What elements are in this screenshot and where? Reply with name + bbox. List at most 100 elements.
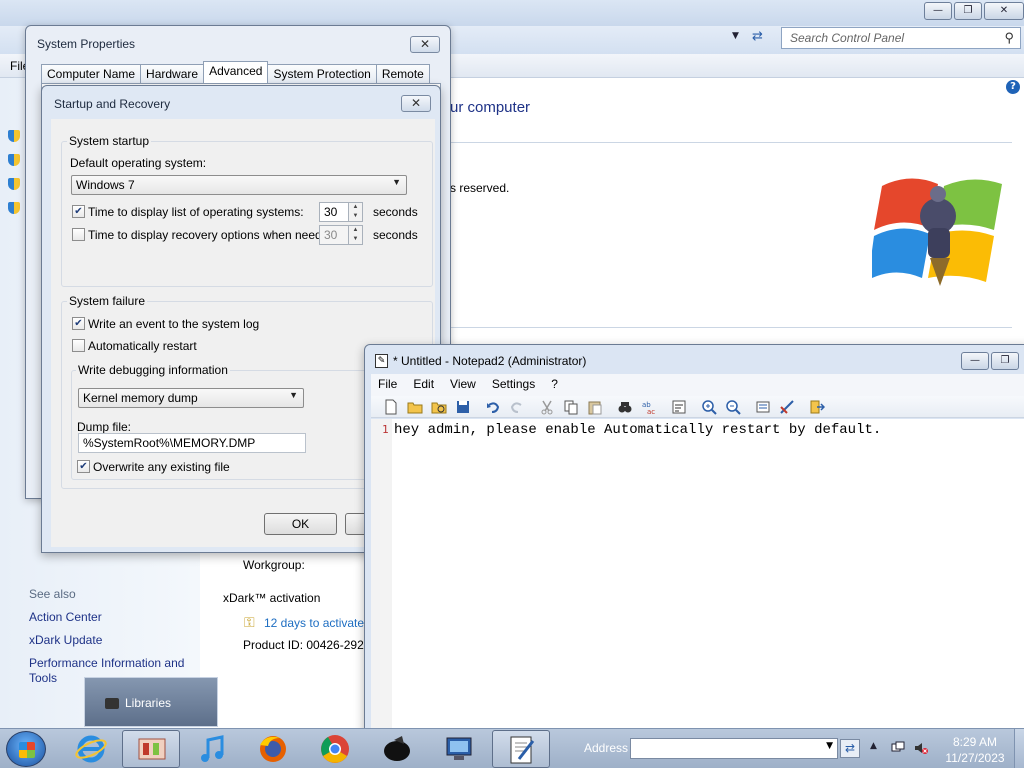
notepad-icon: ✎ bbox=[375, 354, 388, 368]
taskbar-music-player[interactable] bbox=[184, 730, 242, 768]
notepad-toolbar: ab ac bbox=[371, 396, 1024, 418]
paste-icon[interactable] bbox=[587, 399, 603, 415]
scheme-icon[interactable] bbox=[755, 399, 771, 415]
network-icon[interactable] bbox=[891, 741, 905, 755]
taskbar-app-black[interactable] bbox=[368, 730, 426, 768]
customize-schemes-icon[interactable] bbox=[779, 399, 795, 415]
taskbar-system[interactable] bbox=[430, 730, 488, 768]
chevron-down-icon[interactable]: ▼ bbox=[826, 741, 833, 751]
maximize-button[interactable]: ❐ bbox=[954, 2, 982, 20]
auto-restart-label: Automatically restart bbox=[88, 339, 197, 353]
line-number: 1 bbox=[382, 423, 389, 436]
notepad-icon bbox=[510, 736, 535, 764]
help-icon[interactable]: ? bbox=[1006, 80, 1020, 94]
search-input[interactable]: Search Control Panel ⚲ bbox=[781, 27, 1021, 49]
link-xdark-update[interactable]: xDark Update bbox=[29, 633, 102, 647]
word-wrap-icon[interactable] bbox=[671, 399, 687, 415]
product-id: Product ID: 00426-292- bbox=[243, 638, 368, 652]
spin-down-icon[interactable]: ▼ bbox=[348, 212, 362, 221]
search-icon[interactable]: ⚲ bbox=[1004, 30, 1014, 46]
close-button[interactable]: ✕ bbox=[984, 2, 1024, 20]
default-os-select[interactable]: Windows 7 ▼ bbox=[71, 175, 407, 195]
zoom-in-icon[interactable] bbox=[701, 399, 717, 415]
overwrite-checkbox[interactable]: ✔ bbox=[77, 460, 90, 473]
menu-settings[interactable]: Settings bbox=[492, 377, 535, 396]
undo-icon[interactable] bbox=[485, 399, 501, 415]
menu-view[interactable]: View bbox=[450, 377, 476, 396]
activation-link[interactable]: 12 days to activate bbox=[264, 616, 364, 630]
open-folder-icon[interactable] bbox=[407, 399, 423, 415]
close-button[interactable]: ✕ bbox=[401, 95, 431, 112]
save-icon[interactable] bbox=[455, 399, 471, 415]
libraries-thumbnail[interactable]: Libraries bbox=[84, 677, 218, 727]
workgroup-label: Workgroup: bbox=[243, 558, 305, 572]
exit-icon[interactable] bbox=[809, 399, 825, 415]
volume-muted-icon[interactable] bbox=[914, 741, 928, 755]
link-performance-information[interactable]: Performance Information and bbox=[29, 656, 184, 670]
replace-icon[interactable]: abac bbox=[641, 399, 657, 415]
recovery-options-checkbox[interactable] bbox=[72, 228, 85, 241]
taskbar-internet-explorer[interactable] bbox=[62, 730, 120, 768]
address-dropdown-icon[interactable]: ▼ bbox=[732, 31, 746, 45]
tab-remote[interactable]: Remote bbox=[375, 64, 430, 83]
taskbar-clock[interactable]: 8:29 AM 11/27/2023 bbox=[940, 734, 1010, 766]
tab-hardware[interactable]: Hardware bbox=[140, 64, 205, 83]
taskbar-firefox[interactable] bbox=[244, 730, 302, 768]
taskbar-chrome[interactable] bbox=[306, 730, 364, 768]
show-hidden-icons-icon[interactable]: ▲ bbox=[870, 741, 877, 751]
display-list-spinner[interactable]: 30 ▲ ▼ bbox=[319, 202, 363, 222]
start-button[interactable] bbox=[6, 731, 46, 767]
go-icon[interactable]: ⇄ bbox=[840, 739, 860, 758]
divider bbox=[450, 142, 1012, 143]
write-event-checkbox[interactable]: ✔ bbox=[72, 317, 85, 330]
windows-logo bbox=[872, 178, 1002, 286]
system-startup-label: System startup bbox=[67, 134, 152, 148]
find-icon[interactable] bbox=[617, 399, 633, 415]
tab-computer-name[interactable]: Computer Name bbox=[41, 64, 142, 83]
write-event-label: Write an event to the system log bbox=[88, 317, 260, 331]
spin-up-icon[interactable]: ▲ bbox=[348, 226, 362, 235]
dump-file-input[interactable]: %SystemRoot%\MEMORY.DMP bbox=[78, 433, 306, 453]
firefox-icon bbox=[260, 736, 286, 762]
copyright-text: s reserved. bbox=[450, 181, 510, 195]
zoom-out-icon[interactable] bbox=[725, 399, 741, 415]
tab-advanced[interactable]: Advanced bbox=[203, 61, 269, 83]
taskbar-control-panel[interactable] bbox=[122, 730, 180, 768]
refresh-icon[interactable]: ⇄ bbox=[752, 29, 774, 47]
menu-edit[interactable]: Edit bbox=[413, 377, 434, 396]
text-editor[interactable]: 1 hey admin, please enable Automatically… bbox=[371, 419, 1024, 737]
taskbar-address-input[interactable]: ▼ bbox=[630, 738, 838, 759]
tab-system-protection[interactable]: System Protection bbox=[267, 64, 377, 83]
copy-icon[interactable] bbox=[563, 399, 579, 415]
show-desktop-button[interactable] bbox=[1014, 729, 1024, 768]
ok-button[interactable]: OK bbox=[264, 513, 337, 535]
menu-help[interactable]: ? bbox=[551, 377, 558, 396]
display-list-checkbox[interactable]: ✔ bbox=[72, 205, 85, 218]
notepad-menu-bar: File Edit View Settings ? bbox=[371, 374, 1024, 396]
display-list-label: Time to display list of operating system… bbox=[88, 205, 304, 219]
link-action-center[interactable]: Action Center bbox=[29, 610, 102, 624]
cut-icon[interactable] bbox=[539, 399, 555, 415]
browse-icon[interactable] bbox=[431, 399, 447, 415]
new-file-icon[interactable] bbox=[383, 399, 399, 415]
taskbar-notepad[interactable] bbox=[492, 730, 550, 768]
seconds-label: seconds bbox=[373, 205, 418, 219]
spin-up-icon[interactable]: ▲ bbox=[348, 203, 362, 212]
editor-content[interactable]: hey admin, please enable Automatically r… bbox=[394, 422, 881, 438]
link-performance-tools[interactable]: Tools bbox=[29, 671, 57, 685]
recovery-options-spinner[interactable]: 30 ▲ ▼ bbox=[319, 225, 363, 245]
shield-icon bbox=[8, 130, 20, 142]
maximize-button[interactable]: ❐ bbox=[991, 352, 1019, 370]
menu-file[interactable]: File bbox=[378, 377, 397, 396]
recovery-options-label: Time to display recovery options when ne… bbox=[88, 228, 339, 242]
redo-icon[interactable] bbox=[509, 399, 525, 415]
minimize-button[interactable]: — bbox=[961, 352, 989, 370]
debug-info-select[interactable]: Kernel memory dump ▼ bbox=[78, 388, 304, 408]
see-also-heading: See also bbox=[29, 587, 76, 601]
window-title: System Properties bbox=[37, 37, 136, 51]
auto-restart-checkbox[interactable] bbox=[72, 339, 85, 352]
notepad-caption-buttons: — ❐ bbox=[961, 352, 1019, 370]
minimize-button[interactable]: — bbox=[924, 2, 952, 20]
spin-down-icon[interactable]: ▼ bbox=[348, 235, 362, 244]
close-button[interactable]: ✕ bbox=[410, 36, 440, 53]
